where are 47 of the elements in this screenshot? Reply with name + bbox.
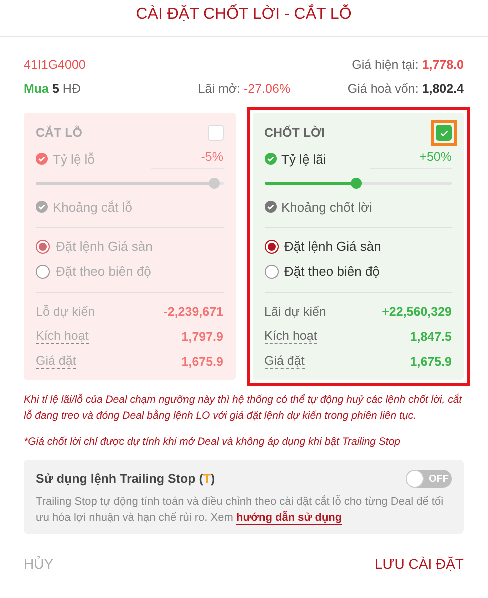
trailing-stop-title: Sử dụng lệnh Trailing Stop (T) — [36, 472, 216, 486]
current-price: Giá hiện tại: 1,778.0 — [352, 58, 464, 72]
option-label: Đặt theo biên độ — [284, 264, 380, 279]
row-value: 1,675.9 — [410, 354, 452, 368]
radio-button[interactable] — [264, 264, 278, 278]
range-label: Khoảng chốt lời — [282, 200, 372, 214]
breakeven-price: Giá hoà vốn: 1,802.4 — [348, 82, 464, 96]
rate-field[interactable]: +50% — [370, 150, 452, 168]
panel-title: CẮT LỖ — [36, 126, 83, 140]
note-text: *Giá chốt lời chỉ được dự tính khi mở Deal và không áp dụng khi bật Trailing Stop — [24, 435, 402, 450]
row-value: 1,847.5 — [410, 330, 452, 344]
row-value: 1,675.9 — [182, 354, 224, 368]
rate-label: Tỷ lệ lỗ — [53, 152, 95, 166]
save-button[interactable]: LƯU CÀI ĐẶT — [375, 552, 464, 576]
row-label: Lỗ dự kiến — [36, 304, 96, 318]
toggle-switch[interactable]: OFF — [406, 470, 452, 488]
option-label: Đặt lệnh Giá sàn — [284, 239, 382, 254]
row-label: Kích hoạt — [264, 329, 318, 344]
radio-button[interactable] — [36, 264, 50, 278]
checkbox[interactable] — [436, 125, 452, 141]
check-circle-icon — [264, 153, 276, 165]
dialog-title: CÀI ĐẶT CHỐT LỜI - CẮT LỖ — [136, 6, 352, 24]
check-circle-icon — [36, 201, 48, 213]
panel-title: CHỐT LỜI — [264, 126, 326, 140]
row-value: +22,560,329 — [382, 304, 452, 318]
rate-label: Tỷ lệ lãi — [282, 152, 326, 166]
row-label: Lãi dự kiến — [264, 304, 326, 318]
cancel-button[interactable]: HỦY — [24, 552, 54, 576]
radio-button[interactable] — [264, 240, 278, 254]
position-info: Mua 5 HĐ — [24, 82, 81, 96]
rate-field[interactable]: -5% — [151, 150, 224, 168]
note-text: Khi tỉ lệ lãi/lỗ của Deal chạm ngưỡng này thì hệ thống có thể tự động huỷ các lệnh chốt lời, cắt lỗ đang treo và đóng Deal bằng lệnh LO với giá đặt lệnh dự kiến trong phiên liên tục. — [24, 392, 464, 424]
row-label: Giá đặt — [36, 354, 76, 369]
check-circle-icon — [264, 201, 276, 213]
contract-code: 41I1G4000 — [24, 58, 86, 72]
check-circle-icon — [36, 153, 48, 165]
option-label: Đặt theo biên độ — [56, 264, 152, 279]
row-value: -2,239,671 — [164, 304, 224, 318]
radio-button[interactable] — [36, 240, 50, 254]
row-value: 1,797.9 — [182, 330, 224, 344]
guide-link[interactable]: hướng dẫn sử dụng — [236, 512, 342, 525]
range-label: Khoảng cắt lỗ — [53, 200, 133, 214]
row-label: Giá đặt — [264, 354, 305, 369]
option-label: Đặt lệnh Giá sàn — [56, 239, 153, 254]
open-profit: Lãi mở: -27.06% — [198, 82, 291, 96]
row-label: Kích hoạt — [36, 329, 89, 344]
trailing-stop-description: Trailing Stop tự động tính toán và điều chỉnh theo cài đặt cắt lỗ cho từng Deal để tối ưu hóa lợi nhuận và hạn chế rủi ro. Xem hướng dẫn sử dụng — [36, 494, 445, 526]
